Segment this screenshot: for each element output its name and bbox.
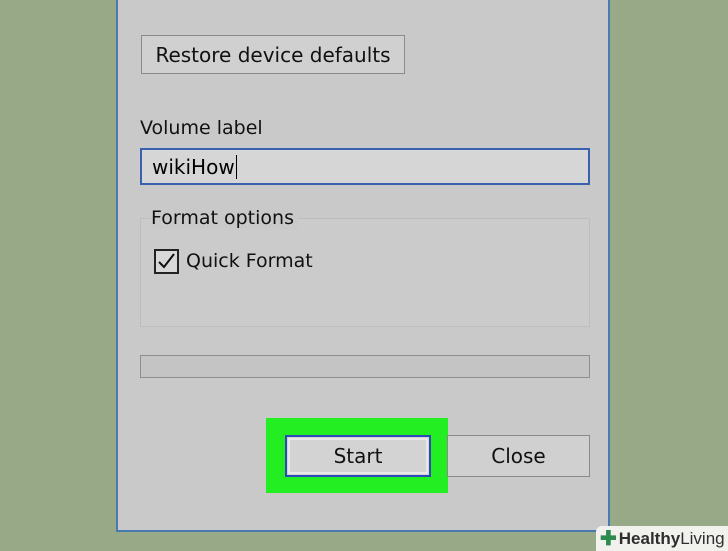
text-caret [235, 154, 237, 179]
start-button[interactable]: Start [285, 435, 431, 477]
volume-label-value: wikiHow [152, 154, 235, 179]
healthy-living-watermark: ✚ Healthy Living [596, 526, 728, 551]
restore-defaults-button[interactable]: Restore device defaults [141, 35, 405, 74]
quick-format-label[interactable]: Quick Format [186, 250, 313, 272]
format-options-title: Format options [151, 207, 298, 229]
close-button[interactable]: Close [447, 435, 590, 477]
watermark-brand-bold: Healthy [618, 528, 681, 548]
checkmark-icon [158, 253, 175, 269]
format-options-group [140, 218, 590, 327]
watermark-brand-light: Living [680, 528, 725, 548]
volume-label-title: Volume label [140, 117, 263, 139]
plus-icon: ✚ [600, 528, 617, 550]
volume-label-input[interactable]: wikiHow [140, 148, 590, 185]
quick-format-checkbox[interactable] [154, 249, 179, 274]
format-progress-bar [140, 355, 590, 378]
